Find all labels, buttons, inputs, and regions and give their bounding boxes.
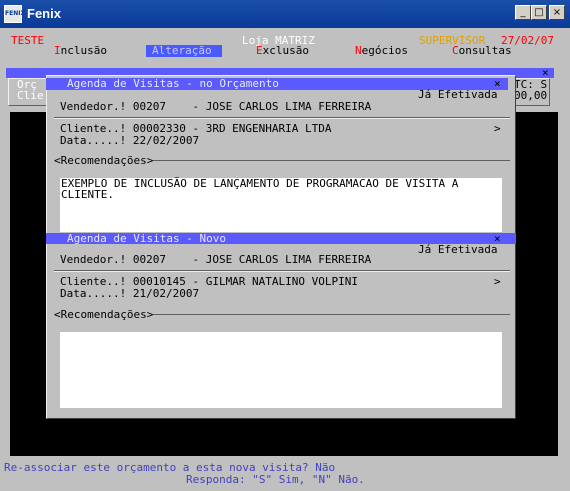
- menu-label: Alteração: [152, 44, 212, 57]
- dialog1-data[interactable]: Data.....! 22/02/2007: [60, 135, 199, 147]
- menu-label: egócios: [361, 44, 408, 57]
- background-label-cli: Clie: [17, 89, 44, 102]
- window-title: Fenix: [27, 6, 61, 21]
- menu-hotkey: I: [54, 44, 61, 57]
- prompt-answer-hint: Responda: "S" Sim, "N" Não.: [186, 473, 365, 486]
- dialog1-status: Já Efetivada: [418, 88, 498, 101]
- app-icon: FENIX: [4, 5, 25, 23]
- background-label-total: 00,00: [514, 89, 548, 102]
- divider: [54, 118, 510, 119]
- company-name: TESTE: [11, 34, 45, 47]
- menu-hotkey: E: [256, 44, 263, 57]
- window-title-bar[interactable]: FENIX Fenix _ □ ×: [0, 0, 570, 28]
- menu-inclusao[interactable]: Inclusão: [54, 45, 107, 57]
- maximize-button[interactable]: □: [531, 5, 547, 20]
- divider: [54, 271, 510, 272]
- menu-label: xclusão: [262, 44, 309, 57]
- dialog1-vendedor[interactable]: Vendedor.! 00207 - JOSE CARLOS LIMA FERR…: [60, 101, 371, 113]
- dialog2-recomendacoes-label: <Recomendações>: [54, 308, 154, 321]
- dialog2-data[interactable]: Data.....! 21/02/2007: [60, 288, 199, 300]
- dialog1-recomendacoes-label: <Recomendações>: [54, 154, 154, 167]
- menu-consultas[interactable]: Consultas: [452, 45, 512, 57]
- menu-label: onsultas: [458, 44, 512, 57]
- menu-hotkey: C: [452, 44, 459, 57]
- dialog1-recomendacoes-line1: EXEMPLO DE INCLUSÃO DE LANÇAMENTO DE PRO…: [61, 177, 459, 190]
- menu-label: nclusão: [60, 44, 107, 57]
- dialog1-recomendacoes-line2: CLIENTE.: [61, 188, 114, 201]
- menu-alteracao[interactable]: Alteração: [146, 45, 222, 57]
- dialog1-title: Agenda de Visitas - no Orçamento: [67, 77, 279, 90]
- menu-hotkey: N: [355, 44, 362, 57]
- dialog2-cliente-arrow-icon[interactable]: >: [494, 276, 501, 288]
- menu-exclusao[interactable]: Exclusão: [256, 45, 309, 57]
- dialog2-status: Já Efetivada: [418, 243, 498, 256]
- dialog1-cliente-arrow-icon[interactable]: >: [494, 123, 501, 135]
- dialog2-recomendacoes-textarea[interactable]: [60, 332, 502, 408]
- close-button[interactable]: ×: [549, 5, 565, 20]
- dialog2-title: Agenda de Visitas - Novo: [67, 232, 226, 245]
- minimize-button[interactable]: _: [515, 5, 531, 20]
- dialog2-vendedor[interactable]: Vendedor.! 00207 - JOSE CARLOS LIMA FERR…: [60, 254, 371, 266]
- terminal-area: TESTE Loja MATRIZ SUPERVISOR 27/02/07 In…: [4, 28, 566, 487]
- menu-negocios[interactable]: Negócios: [355, 45, 408, 57]
